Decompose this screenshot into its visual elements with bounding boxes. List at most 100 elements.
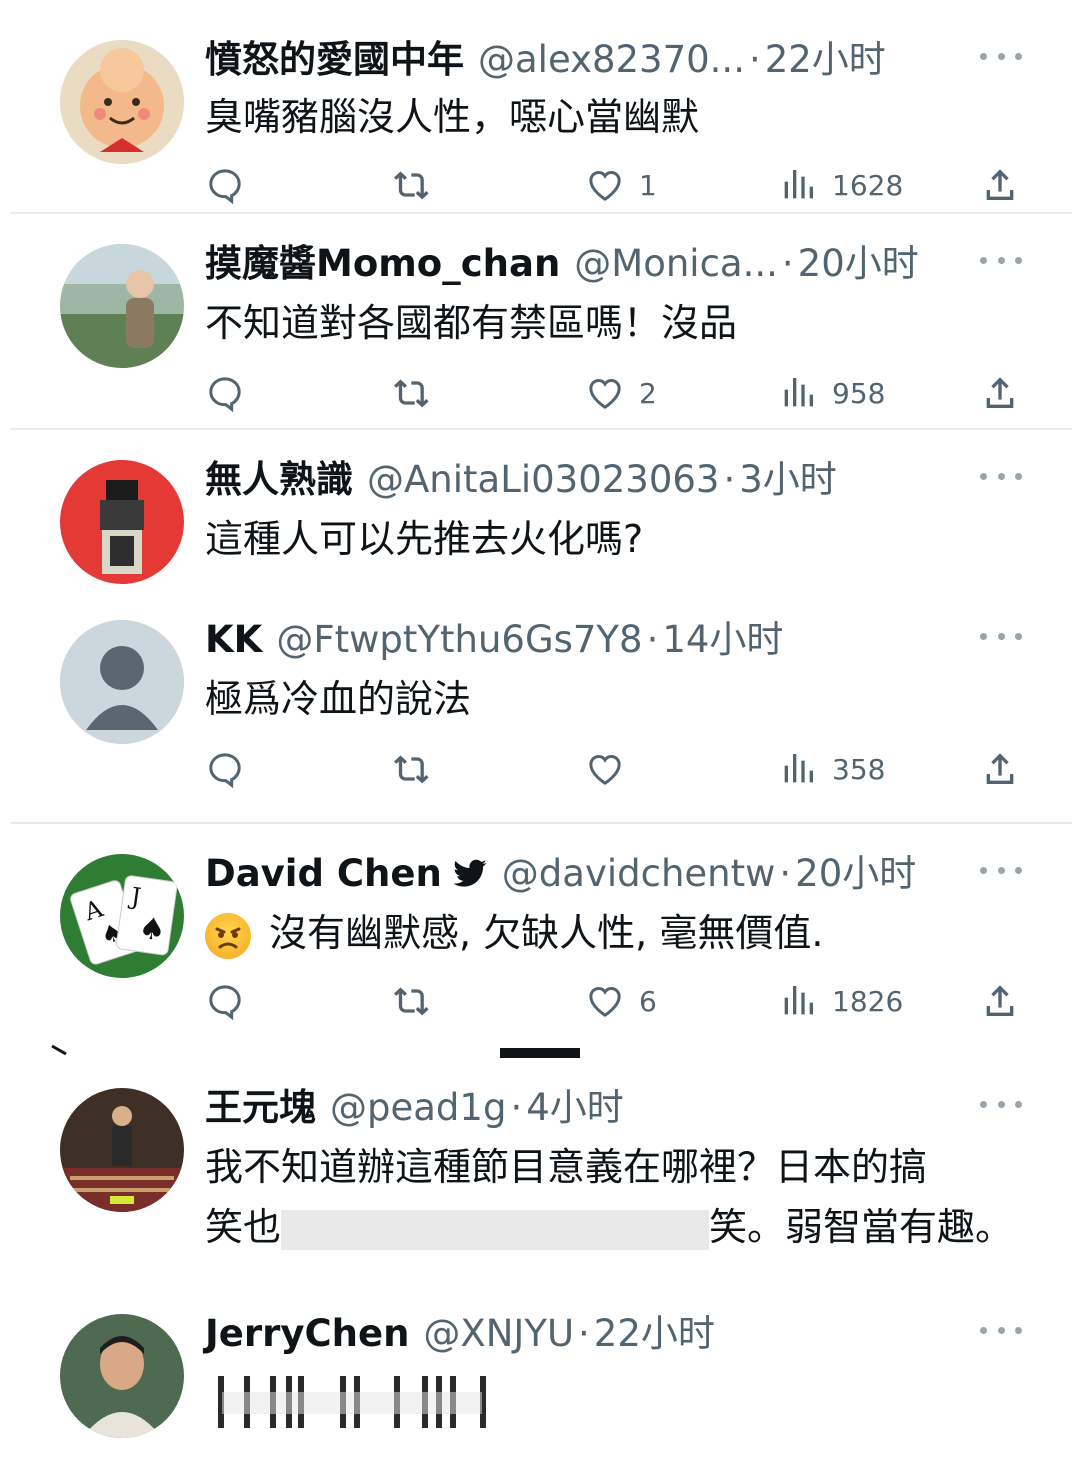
views-icon xyxy=(784,378,813,407)
retweet-button[interactable] xyxy=(393,744,433,794)
views-button[interactable]: 1826 xyxy=(778,976,903,1026)
reply-icon xyxy=(209,985,241,1021)
more-icon[interactable] xyxy=(980,1094,1022,1114)
display-name[interactable]: 摸魔醬Momo_chan xyxy=(205,236,560,292)
more-icon[interactable] xyxy=(980,46,1022,66)
separator: · xyxy=(723,458,736,501)
timestamp[interactable]: 22小时 xyxy=(594,1306,715,1362)
reply-button[interactable] xyxy=(205,976,245,1026)
retweet-icon xyxy=(394,171,429,200)
timestamp[interactable]: 4小时 xyxy=(526,1080,624,1136)
avatar[interactable] xyxy=(60,244,184,368)
like-icon xyxy=(589,986,621,1017)
views-icon xyxy=(784,986,813,1015)
display-name[interactable]: 憤怒的愛國中年 xyxy=(205,32,464,88)
share-icon xyxy=(986,753,1014,784)
user-handle[interactable]: @pead1g xyxy=(330,1080,506,1136)
divider xyxy=(10,822,1072,824)
divider xyxy=(10,428,1072,430)
verified-bird-icon xyxy=(453,859,487,887)
user-handle[interactable]: @XNJYU xyxy=(423,1306,574,1362)
avatar[interactable] xyxy=(60,1088,184,1212)
retweet-button[interactable] xyxy=(393,368,433,418)
like-count: 6 xyxy=(639,984,657,1018)
retweet-button[interactable] xyxy=(393,160,433,210)
tweet-text: 極爲冷血的說法 xyxy=(205,677,472,721)
tweet-text: 我不知道辦這種節目意義在哪裡？日本的搞 xyxy=(205,1145,928,1189)
avatar[interactable] xyxy=(60,460,184,584)
user-handle[interactable]: @alex82370... xyxy=(478,32,745,88)
avatar[interactable] xyxy=(60,40,184,164)
tweet[interactable]: A ♠ J ♠ David Chen @davidchentw · 20小时 沒有幽… xyxy=(0,846,1080,1036)
screenshot-seam xyxy=(0,1040,1080,1058)
display-name[interactable]: David Chen xyxy=(205,846,442,902)
views-count: 358 xyxy=(832,752,886,786)
separator: · xyxy=(781,242,794,285)
tweet-text: 臭嘴豬腦沒人性，噁心當幽默 xyxy=(205,95,700,139)
display-name[interactable]: JerryChen xyxy=(205,1306,409,1362)
timestamp[interactable]: 14小时 xyxy=(662,612,783,668)
more-icon[interactable] xyxy=(980,1320,1022,1340)
display-name[interactable]: KK xyxy=(205,612,262,668)
tweet[interactable]: KK @FtwptYthu6Gs7Y8 · 14小时 極爲冷血的說法 358 xyxy=(0,612,1080,812)
tweet[interactable]: 無人熟識 @AnitaLi03023063 · 3小时 這種人可以先推去火化嗎? xyxy=(0,452,1080,592)
like-count: 1 xyxy=(639,168,657,202)
share-button[interactable] xyxy=(980,976,1020,1026)
views-button[interactable]: 1628 xyxy=(778,160,903,210)
like-icon xyxy=(589,378,621,409)
like-icon xyxy=(589,170,621,201)
share-button[interactable] xyxy=(980,368,1020,418)
display-name[interactable]: 王元塊 xyxy=(205,1080,316,1136)
divider xyxy=(10,212,1072,214)
views-button[interactable]: 958 xyxy=(778,368,885,418)
share-button[interactable] xyxy=(980,160,1020,210)
like-button[interactable] xyxy=(585,744,625,794)
views-count: 958 xyxy=(832,376,886,410)
tweet-text: 這種人可以先推去火化嗎? xyxy=(205,517,644,561)
share-icon xyxy=(986,169,1014,200)
tweet-text: 不知道對各國都有禁區嗎！沒品 xyxy=(205,301,738,345)
user-handle[interactable]: @AnitaLi03023063 xyxy=(367,452,719,508)
views-button[interactable]: 358 xyxy=(778,744,885,794)
redacted-text xyxy=(281,1209,710,1250)
user-handle[interactable]: @FtwptYthu6Gs7Y8 xyxy=(276,612,642,668)
display-name[interactable]: 無人熟識 xyxy=(205,452,353,508)
retweet-icon xyxy=(394,987,429,1016)
avatar[interactable] xyxy=(60,1314,184,1438)
user-handle[interactable]: @davidchentw xyxy=(502,846,776,902)
retweet-icon xyxy=(394,379,429,408)
more-icon[interactable] xyxy=(980,250,1022,270)
redacted-text xyxy=(214,1372,486,1432)
text-segment: 笑也 xyxy=(205,1205,282,1249)
reply-button[interactable] xyxy=(205,368,245,418)
tweet-text-line2: 笑也 笑。弱智當有趣。 xyxy=(205,1198,1013,1256)
more-icon[interactable] xyxy=(980,626,1022,646)
like-button[interactable]: 6 xyxy=(585,976,657,1026)
share-icon xyxy=(986,377,1014,408)
tweet[interactable]: JerryChen @XNJYU · 22小时 xyxy=(0,1306,1080,1466)
separator: · xyxy=(510,1086,523,1129)
avatar[interactable]: A ♠ J ♠ xyxy=(60,854,184,978)
like-button[interactable]: 2 xyxy=(585,368,657,418)
timestamp[interactable]: 20小时 xyxy=(795,846,916,902)
share-button[interactable] xyxy=(980,744,1020,794)
more-icon[interactable] xyxy=(980,860,1022,880)
timestamp[interactable]: 22小时 xyxy=(765,32,886,88)
svg-text:♠: ♠ xyxy=(136,911,168,949)
tweet-text-row: 沒有幽默感, 欠缺人性, 毫無價值. xyxy=(205,904,823,962)
reply-button[interactable] xyxy=(205,160,245,210)
avatar[interactable] xyxy=(60,620,184,744)
timestamp[interactable]: 20小时 xyxy=(798,236,919,292)
tweet[interactable]: 摸魔醬Momo_chan @Monica... · 20小时 不知道對各國都有禁… xyxy=(0,236,1080,426)
more-icon[interactable] xyxy=(980,466,1022,486)
like-button[interactable]: 1 xyxy=(585,160,657,210)
reply-button[interactable] xyxy=(205,744,245,794)
separator: · xyxy=(646,618,659,661)
timestamp[interactable]: 3小时 xyxy=(739,452,837,508)
views-icon xyxy=(784,754,813,783)
tweet[interactable]: 王元塊 @pead1g · 4小时 我不知道辦這種節目意義在哪裡？日本的搞 笑也… xyxy=(0,1080,1080,1280)
retweet-button[interactable] xyxy=(393,976,433,1026)
user-handle[interactable]: @Monica... xyxy=(574,236,778,292)
tweet[interactable]: 憤怒的愛國中年 @alex82370... · 22小时 臭嘴豬腦沒人性，噁心當… xyxy=(0,32,1080,212)
like-icon xyxy=(589,754,621,785)
